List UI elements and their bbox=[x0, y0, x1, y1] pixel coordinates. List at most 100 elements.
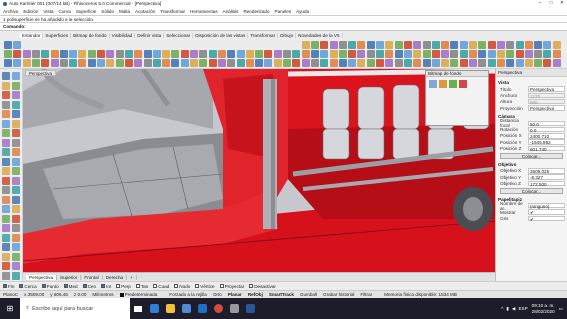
tool-button-icon[interactable] bbox=[348, 50, 357, 58]
tool-button-icon[interactable] bbox=[50, 59, 59, 67]
left-tool-icon[interactable] bbox=[2, 195, 10, 204]
language-indicator[interactable]: ESP bbox=[518, 306, 527, 311]
tool-button-icon[interactable] bbox=[134, 50, 143, 58]
status-toggle[interactable]: Forzado a la rejilla bbox=[169, 292, 207, 297]
tool-button-icon[interactable] bbox=[524, 59, 533, 67]
tool-button-icon[interactable] bbox=[245, 59, 254, 67]
status-toggle[interactable]: RefObj bbox=[248, 292, 263, 297]
tool-button-icon[interactable] bbox=[450, 41, 459, 49]
maximize-icon[interactable]: □ bbox=[546, 0, 556, 7]
tool-button-icon[interactable] bbox=[152, 50, 161, 58]
tool-button-icon[interactable] bbox=[124, 59, 133, 67]
tool-button-icon[interactable] bbox=[506, 50, 515, 58]
menu-acotacion[interactable]: Acotación bbox=[135, 9, 155, 14]
tool-button-icon[interactable] bbox=[338, 50, 347, 58]
left-tool-icon[interactable] bbox=[12, 91, 20, 99]
tool-button-icon[interactable] bbox=[515, 50, 524, 58]
tool-button-icon[interactable] bbox=[431, 41, 440, 49]
menu-paneles[interactable]: Paneles bbox=[275, 9, 292, 14]
tool-button-icon[interactable] bbox=[496, 50, 505, 58]
panel-row-value[interactable]: 601.740 bbox=[528, 145, 565, 152]
bitmap-move-icon[interactable] bbox=[439, 80, 447, 88]
panel-tab[interactable]: Perspectiva bbox=[496, 69, 567, 77]
tool-button-icon[interactable] bbox=[301, 41, 310, 49]
tool-button-icon[interactable] bbox=[413, 41, 422, 49]
left-tool-icon[interactable] bbox=[2, 119, 10, 128]
tool-button-icon[interactable] bbox=[283, 50, 291, 58]
menu-renderizado[interactable]: Renderizado bbox=[243, 9, 269, 14]
panel-row-value[interactable]: 172.500 bbox=[528, 180, 565, 186]
tool-button-icon[interactable] bbox=[264, 59, 273, 67]
tool-button-icon[interactable] bbox=[301, 50, 310, 58]
tool-button-icon[interactable] bbox=[217, 59, 226, 67]
tool-button-icon[interactable] bbox=[273, 50, 282, 58]
left-tool-icon[interactable] bbox=[12, 205, 20, 213]
tool-button-icon[interactable] bbox=[543, 50, 552, 58]
tool-button-icon[interactable] bbox=[366, 50, 375, 58]
menu-superficie[interactable]: Superficie bbox=[76, 9, 96, 14]
left-tool-icon[interactable] bbox=[12, 138, 20, 147]
status-toggle[interactable]: Orto bbox=[213, 292, 222, 297]
tool-button-icon[interactable] bbox=[413, 50, 422, 58]
tool-button-icon[interactable] bbox=[403, 41, 412, 49]
status-layer[interactable]: Predeterminada bbox=[119, 292, 164, 297]
tool-button-icon[interactable] bbox=[515, 59, 524, 67]
tool-button-icon[interactable] bbox=[87, 59, 96, 67]
checkbox-icon[interactable] bbox=[101, 284, 106, 288]
menu-vista[interactable]: Vista bbox=[43, 9, 53, 14]
osnap-toggle[interactable]: Cuad bbox=[153, 284, 169, 289]
tool-button-icon[interactable] bbox=[236, 50, 245, 58]
tool-button-icon[interactable] bbox=[13, 59, 22, 67]
tool-button-icon[interactable] bbox=[310, 59, 319, 67]
tool-button-icon[interactable] bbox=[487, 41, 496, 49]
osnap-toggle[interactable]: Vértice bbox=[195, 284, 215, 289]
tool-button-icon[interactable] bbox=[506, 59, 515, 67]
left-tool-icon[interactable] bbox=[12, 129, 20, 137]
tool-button-icon[interactable] bbox=[413, 59, 422, 67]
tool-button-icon[interactable] bbox=[422, 41, 431, 49]
tool-button-icon[interactable] bbox=[552, 41, 561, 49]
tool-button-icon[interactable] bbox=[199, 50, 208, 58]
menu-curva[interactable]: Curva bbox=[59, 9, 71, 14]
tool-button-icon[interactable] bbox=[208, 59, 217, 67]
osnap-toggle[interactable]: Int bbox=[101, 284, 111, 289]
osnap-toggle[interactable]: Fin bbox=[3, 284, 14, 289]
tool-button-icon[interactable] bbox=[515, 41, 524, 49]
tool-button-icon[interactable] bbox=[69, 50, 78, 58]
menu-transformar[interactable]: Transformar bbox=[160, 9, 185, 14]
panel-row-value[interactable]: ✔ bbox=[528, 209, 565, 215]
tool-button-icon[interactable] bbox=[441, 50, 450, 58]
status-toggle[interactable]: Filtrar bbox=[360, 292, 372, 297]
tool-button-icon[interactable] bbox=[487, 50, 496, 58]
tool-button-icon[interactable] bbox=[115, 50, 124, 58]
panel-row-value[interactable]: ✔ bbox=[528, 215, 565, 221]
tool-button-icon[interactable] bbox=[543, 41, 552, 49]
tool-button-icon[interactable] bbox=[190, 59, 198, 67]
tool-button-icon[interactable] bbox=[143, 50, 152, 58]
tool-button-icon[interactable] bbox=[264, 50, 273, 58]
tool-button-icon[interactable] bbox=[255, 50, 264, 58]
osnap-toggle[interactable]: Med bbox=[63, 284, 78, 289]
menu-solido[interactable]: Sólido bbox=[101, 9, 114, 14]
tool-button-icon[interactable] bbox=[31, 50, 40, 58]
tool-button-icon[interactable] bbox=[357, 59, 366, 67]
toolbar-tab[interactable]: Disposición de las vistas bbox=[193, 32, 249, 38]
status-toggle[interactable]: Planar bbox=[228, 292, 242, 297]
tool-button-icon[interactable] bbox=[4, 50, 12, 58]
toolbar-tab[interactable]: Superficies bbox=[43, 32, 72, 38]
left-tool-icon[interactable] bbox=[2, 138, 10, 147]
tool-button-icon[interactable] bbox=[69, 59, 78, 67]
tool-button-icon[interactable] bbox=[106, 50, 115, 58]
tool-button-icon[interactable] bbox=[450, 59, 459, 67]
tool-button-icon[interactable] bbox=[469, 41, 477, 49]
checkbox-icon[interactable] bbox=[116, 284, 121, 288]
tool-button-icon[interactable] bbox=[469, 50, 477, 58]
tool-button-icon[interactable] bbox=[59, 50, 68, 58]
tool-button-icon[interactable] bbox=[366, 41, 375, 49]
status-toggle[interactable]: Grabar historial bbox=[323, 292, 354, 297]
tool-button-icon[interactable] bbox=[283, 59, 291, 67]
tool-button-icon[interactable] bbox=[292, 59, 301, 67]
left-tool-icon[interactable] bbox=[2, 252, 10, 261]
left-tool-icon[interactable] bbox=[12, 100, 20, 109]
bitmap-place-icon[interactable] bbox=[429, 80, 437, 88]
